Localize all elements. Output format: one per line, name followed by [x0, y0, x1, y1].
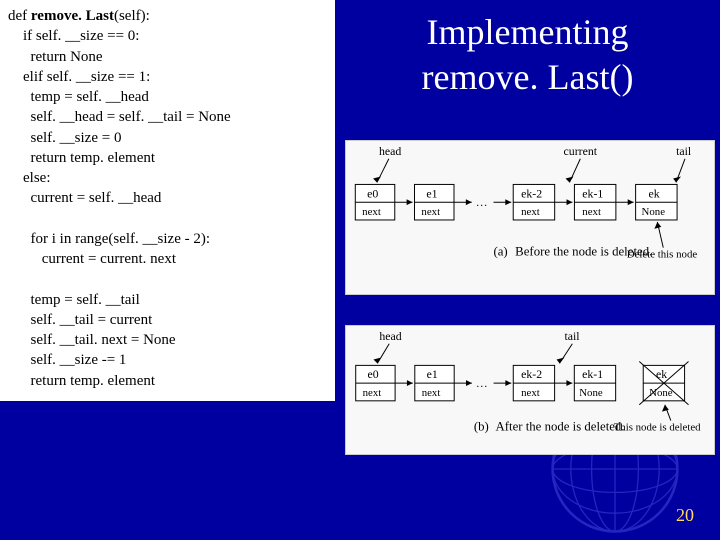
svg-text:…: …	[476, 376, 488, 390]
svg-text:head: head	[379, 144, 401, 158]
svg-text:e1: e1	[427, 367, 438, 381]
svg-text:next: next	[521, 206, 540, 218]
svg-text:next: next	[422, 387, 441, 399]
svg-text:…: …	[476, 195, 488, 209]
svg-text:ek: ek	[648, 186, 659, 200]
svg-text:ek: ek	[656, 367, 667, 381]
svg-text:This node is deleted: This node is deleted	[614, 421, 701, 433]
diagram-after-delete: head tail e0 next e1 next … ek-2 next ek…	[345, 325, 715, 455]
svg-text:head: head	[379, 329, 401, 343]
svg-text:next: next	[421, 206, 440, 218]
svg-text:next: next	[521, 387, 540, 399]
svg-text:None: None	[642, 206, 666, 218]
svg-text:e1: e1	[426, 186, 437, 200]
svg-text:ek-2: ek-2	[521, 186, 542, 200]
svg-text:current: current	[564, 144, 598, 158]
svg-text:next: next	[363, 387, 382, 399]
svg-text:e0: e0	[367, 186, 378, 200]
svg-text:ek-2: ek-2	[521, 367, 542, 381]
svg-text:tail: tail	[676, 144, 692, 158]
svg-text:tail: tail	[564, 329, 580, 343]
svg-text:ek-1: ek-1	[582, 367, 603, 381]
svg-text:None: None	[579, 387, 603, 399]
svg-text:next: next	[582, 206, 601, 218]
svg-text:(b): (b)	[474, 419, 489, 433]
svg-text:next: next	[362, 206, 381, 218]
svg-text:ek-1: ek-1	[582, 186, 603, 200]
svg-text:Before the node is deleted.: Before the node is deleted.	[515, 245, 652, 259]
code-block: def remove. Last(self): if self. __size …	[0, 0, 335, 401]
svg-text:After the node is deleted.: After the node is deleted.	[496, 419, 625, 433]
diagram-before-delete: head current tail e0 next e1 next … ek-2…	[345, 140, 715, 295]
page-number: 20	[676, 505, 694, 526]
slide-title: Implementing remove. Last()	[335, 0, 720, 100]
svg-text:(a): (a)	[493, 245, 507, 259]
svg-text:e0: e0	[368, 367, 379, 381]
